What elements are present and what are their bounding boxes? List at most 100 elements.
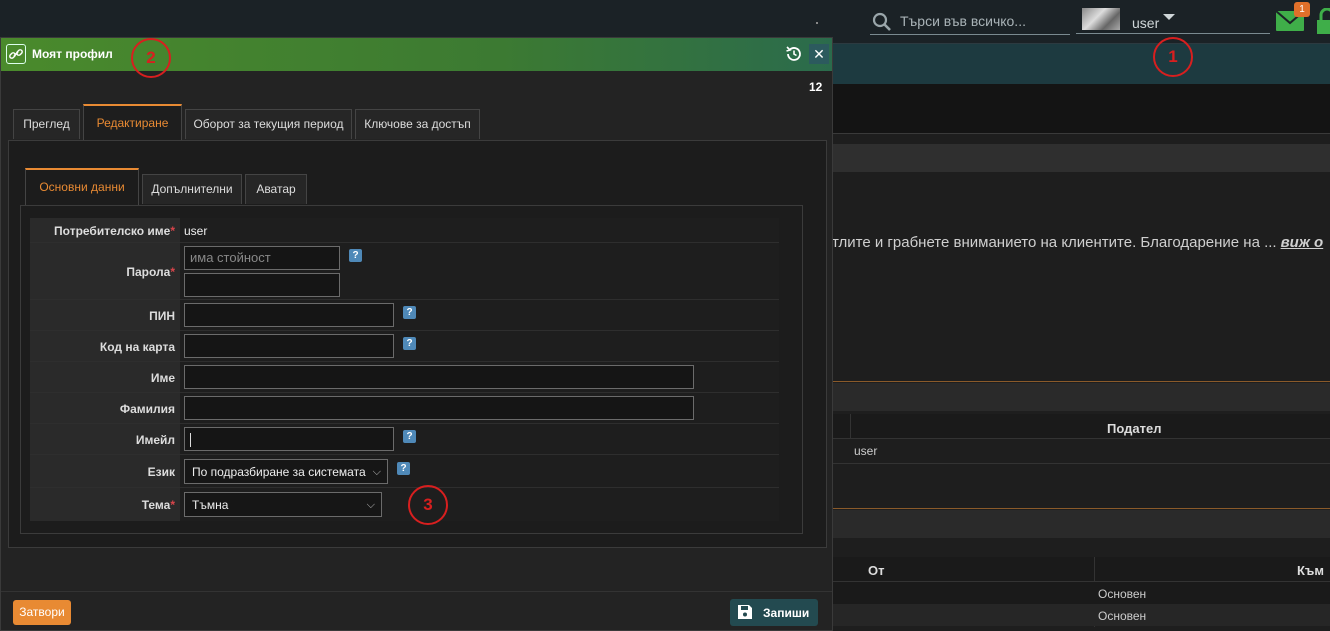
news-text: тлите и грабнете вниманието на клиентите… [832, 234, 1277, 251]
help-icon[interactable]: ? [403, 430, 416, 443]
bg-panel-header [833, 510, 1330, 538]
column-header-sender[interactable]: Подател [1107, 421, 1161, 436]
required-mark: * [170, 224, 175, 238]
table-cell-sender: user [854, 444, 878, 458]
label-text: Език [147, 465, 175, 479]
password-confirm-field[interactable] [184, 273, 340, 297]
help-icon[interactable]: ? [403, 306, 416, 319]
tab-turnover[interactable]: Оборот за текущия период [185, 109, 352, 139]
label-text: Код на карта [99, 340, 175, 354]
read-more-link[interactable]: виж о [1281, 234, 1324, 251]
field-label: Език [30, 455, 180, 487]
bg-divider [833, 463, 1330, 464]
dot-marker [816, 22, 818, 24]
footer-divider [1, 591, 832, 592]
form-row-email: Имейл ? [30, 424, 779, 455]
tab-edit[interactable]: Редактиране [83, 104, 182, 140]
table-header [833, 414, 1330, 439]
pin-field[interactable] [184, 303, 394, 327]
field-label: ПИН [30, 300, 180, 330]
close-button[interactable]: Затвори [13, 600, 71, 625]
field-value: user [180, 218, 779, 242]
field-label: Парола* [30, 243, 180, 299]
label-text: Потребителско име [54, 224, 171, 238]
bg-divider [833, 133, 1330, 134]
lock-icon[interactable] [1317, 8, 1330, 34]
annotation-circle: 3 [408, 485, 448, 525]
history-icon[interactable] [785, 45, 803, 63]
avatar [1082, 8, 1120, 30]
table-header [833, 557, 1330, 582]
chevron-down-icon[interactable] [1163, 14, 1175, 20]
label-text: Фамилия [119, 402, 175, 416]
record-counter: 12 [809, 80, 823, 94]
text-cursor [190, 433, 191, 447]
bg-section-header [833, 144, 1330, 172]
form-row-language: Език По подразбиране за системата ⌵ ? [30, 455, 779, 488]
nav-bar [833, 44, 1330, 84]
field-label: Фамилия [30, 393, 180, 423]
theme-select[interactable]: Тъмна ⌵ [184, 492, 382, 517]
help-icon[interactable]: ? [397, 462, 410, 475]
form-row-last-name: Фамилия [30, 393, 779, 424]
form-row-card-code: Код на карта ? [30, 331, 779, 362]
form-row-first-name: Име [30, 362, 779, 393]
required-mark: * [170, 265, 175, 279]
subtab-additional[interactable]: Допълнителни [142, 174, 242, 204]
global-search[interactable]: Търси във всичко... [870, 8, 1070, 35]
label-text: Парола [126, 265, 171, 279]
bg-panel-header [833, 383, 1330, 411]
search-placeholder[interactable]: Търси във всичко... [900, 13, 1026, 29]
field-value [180, 393, 779, 423]
floppy-disk-icon [738, 605, 752, 619]
link-icon [6, 44, 26, 64]
save-button[interactable]: Запиши [730, 599, 818, 626]
form-row-theme: Тема* Тъмна ⌵ [30, 488, 779, 521]
language-select[interactable]: По подразбиране за системата ⌵ [184, 459, 388, 484]
help-icon[interactable]: ? [403, 337, 416, 350]
chevron-down-icon: ⌵ [372, 466, 381, 478]
field-value: Тъмна ⌵ [180, 488, 779, 521]
theme-value: Тъмна [192, 498, 229, 512]
field-value: ? [180, 424, 779, 454]
table-cell: Основен [1098, 587, 1147, 601]
last-name-field[interactable] [184, 396, 694, 420]
help-icon[interactable]: ? [349, 249, 362, 262]
subtab-avatar[interactable]: Аватар [245, 174, 307, 204]
field-label: Имейл [30, 424, 180, 454]
tab-access-keys[interactable]: Ключове за достъп [355, 109, 480, 139]
email-field[interactable] [184, 427, 394, 451]
column-header-to[interactable]: Към [1297, 563, 1324, 578]
search-icon [872, 12, 891, 31]
first-name-field[interactable] [184, 365, 694, 389]
label-text: ПИН [149, 309, 175, 323]
bg-dark-strip [833, 84, 1330, 134]
news-marquee: тлите и грабнете вниманието на клиентите… [832, 234, 1330, 251]
form-row-pin: ПИН ? [30, 300, 779, 331]
label-text: Тема [141, 498, 171, 512]
subtab-basic-data[interactable]: Основни данни [25, 168, 139, 205]
table-cell: Основен [1098, 609, 1147, 623]
save-label: Запиши [763, 606, 810, 620]
username-value: user [184, 224, 208, 238]
field-value: ? [180, 300, 779, 330]
close-icon[interactable]: ✕ [809, 44, 829, 64]
dialog-title: Моят профил [32, 47, 113, 61]
field-label: Име [30, 362, 180, 392]
card-code-field[interactable] [184, 334, 394, 358]
field-value: ? [180, 331, 779, 361]
bg-orange-line [833, 381, 1330, 382]
user-menu[interactable]: user [1076, 8, 1270, 34]
annotation-circle: 1 [1153, 37, 1193, 77]
field-value: има стойност ? [180, 243, 779, 299]
col-divider [850, 414, 851, 439]
password-field[interactable]: има стойност [184, 246, 340, 270]
column-header-from[interactable]: От [868, 563, 884, 578]
field-value: По подразбиране за системата ⌵ ? [180, 455, 779, 487]
user-name[interactable]: user [1132, 15, 1159, 31]
field-label: Потребителско име* [30, 218, 180, 242]
field-value [180, 362, 779, 392]
tab-overview[interactable]: Преглед [13, 109, 80, 139]
dialog-header[interactable]: Моят профил ✕ [1, 38, 832, 71]
profile-dialog: Моят профил ✕ 2 12 Преглед Редактиране О… [0, 37, 833, 631]
